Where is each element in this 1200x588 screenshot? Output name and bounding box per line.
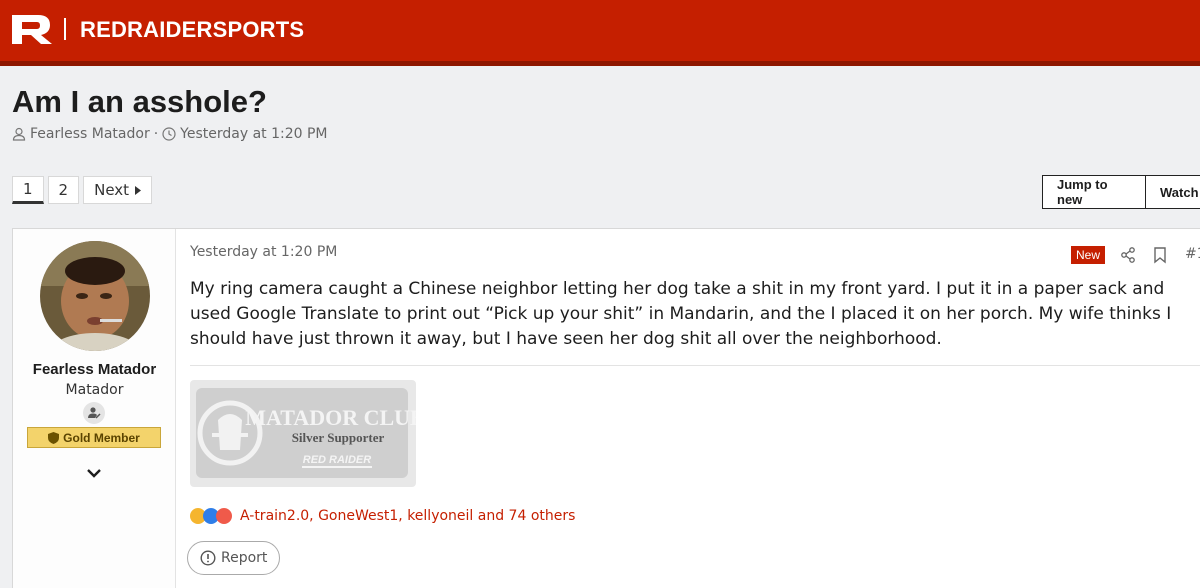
thread-meta: Fearless Matador · Yesterday at 1:20 PM [12,126,328,142]
shield-icon [48,431,60,444]
signature-line-2: Silver Supporter [292,430,385,445]
post-user-pane: Fearless Matador Matador Gold Member [13,229,176,588]
post-content: Yesterday at 1:20 PM New #1 My ring came… [177,229,1200,588]
next-page-button[interactable]: Next [83,176,153,204]
new-badge: New [1071,246,1106,264]
signature-divider [190,365,1200,366]
signature-line-3: RED RAIDER [303,454,372,466]
gold-member-badge: Gold Member [27,427,161,448]
user-banner-icon [83,402,105,424]
post-body: My ring camera caught a Chinese neighbor… [190,279,1172,349]
site-name[interactable]: REDRAIDERSPORTS [80,17,304,43]
alert-icon [200,550,216,566]
report-button[interactable]: Report [187,541,281,575]
post-author-name[interactable]: Fearless Matador [13,361,176,378]
signature-banner: MATADOR CLUB Silver Supporter RED RAIDER [190,380,416,487]
meta-separator: · [153,126,159,142]
next-label: Next [94,181,130,199]
user-icon [12,127,26,141]
report-label: Report [221,550,268,566]
user-title: Matador [65,382,124,398]
caret-right-icon [135,185,142,195]
chevron-down-icon[interactable] [84,466,104,480]
post: Fearless Matador Matador Gold Member Yes… [12,228,1200,588]
post-number[interactable]: #1 [1185,246,1200,262]
site-header: REDRAIDERSPORTS [0,0,1200,66]
reactions-bar[interactable]: A-train2.0, GoneWest1, kellyoneil and 74… [190,508,575,524]
thread-title: Am I an asshole? [12,84,267,119]
page-1-button[interactable]: 1 [12,176,44,204]
thread-author-link[interactable]: Fearless Matador [30,126,150,142]
jump-to-new-button[interactable]: Jump to new [1042,175,1146,209]
reaction-users[interactable]: A-train2.0, GoneWest1, kellyoneil and 74… [240,508,575,524]
post-date[interactable]: Yesterday at 1:20 PM [190,244,337,260]
site-logo-icon[interactable] [10,13,54,45]
member-badge-label: Gold Member [63,430,140,445]
avatar[interactable] [40,241,150,351]
love-reaction-icon [216,508,232,524]
pagination: 1 2 Next [12,176,153,204]
page-2-button[interactable]: 2 [47,176,80,204]
bookmark-icon[interactable] [1151,246,1169,264]
watch-button[interactable]: Watch [1145,175,1200,209]
logo-separator [64,18,66,40]
thread-time[interactable]: Yesterday at 1:20 PM [180,126,327,142]
clock-icon [162,127,176,141]
share-icon[interactable] [1119,246,1137,264]
signature-line-1: MATADOR CLUB [245,405,416,430]
